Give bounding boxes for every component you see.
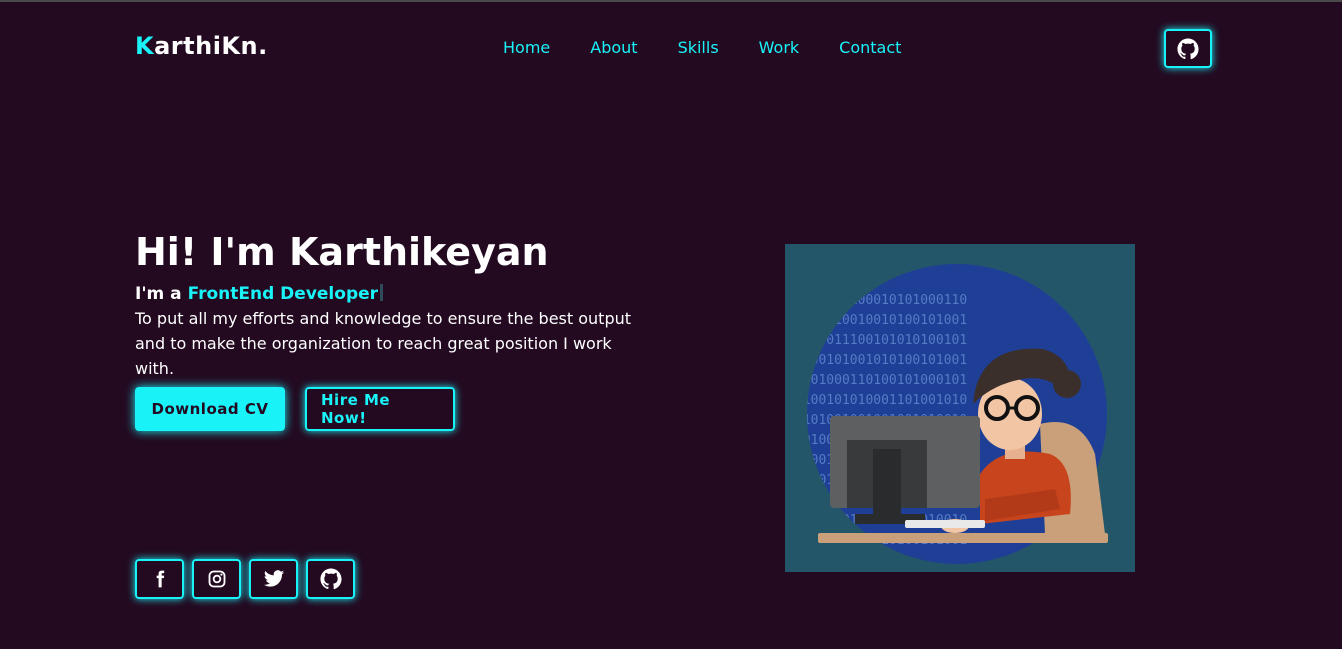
developer-at-computer-illustration: 0101001100010101000110 10010100100101001…: [795, 264, 1108, 564]
github-link[interactable]: [306, 559, 355, 599]
brand-logo[interactable]: KarthiKn.: [135, 32, 268, 60]
svg-text:0101001100010101000110: 0101001100010101000110: [795, 293, 967, 308]
header-github-button[interactable]: [1164, 29, 1212, 68]
twitter-icon: [263, 570, 284, 587]
svg-text:1001010010010100101001: 1001010010010100101001: [795, 313, 967, 328]
hero-title: Hi! I'm Karthikeyan: [135, 230, 549, 274]
hire-me-button[interactable]: Hire Me Now!: [305, 387, 455, 431]
instagram-icon: [208, 570, 225, 588]
nav-work[interactable]: Work: [759, 38, 800, 57]
instagram-link[interactable]: [192, 559, 241, 599]
download-cv-button[interactable]: Download CV: [135, 387, 285, 431]
facebook-icon: [156, 570, 164, 588]
developer-illustration: 0101001100010101000110 10010100100101001…: [785, 244, 1135, 572]
hero-buttons: Download CV Hire Me Now!: [135, 387, 455, 431]
hero-description: To put all my efforts and knowledge to e…: [135, 309, 632, 378]
svg-text:0110011100101010100101: 0110011100101010100101: [795, 333, 967, 348]
hero-role: I'm a FrontEnd Developer: [135, 284, 655, 304]
nav-skills[interactable]: Skills: [678, 38, 719, 57]
svg-text:1000101001010100101001: 1000101001010100101001: [795, 353, 967, 368]
github-icon: [319, 568, 342, 590]
hero-section: Hi! I'm Karthikeyan I'm a FrontEnd Devel…: [135, 228, 655, 381]
nav-home[interactable]: Home: [503, 38, 550, 57]
twitter-link[interactable]: [249, 559, 298, 599]
main-nav: Home About Skills Work Contact: [503, 38, 901, 57]
role-prefix: I'm a: [135, 284, 188, 304]
brand-logo-text: arthiKn.: [154, 32, 268, 60]
role-highlight: FrontEnd Developer: [187, 284, 379, 304]
nav-about[interactable]: About: [590, 38, 637, 57]
svg-text:0101000110100101000101: 0101000110100101000101: [795, 373, 967, 388]
nav-contact[interactable]: Contact: [839, 38, 901, 57]
brand-logo-initial: K: [135, 32, 155, 60]
facebook-link[interactable]: [135, 559, 184, 599]
svg-text:1100101010001101001010: 1100101010001101001010: [795, 393, 967, 408]
typing-caret: [380, 284, 384, 301]
github-icon: [1177, 37, 1199, 59]
social-links: [135, 559, 355, 599]
